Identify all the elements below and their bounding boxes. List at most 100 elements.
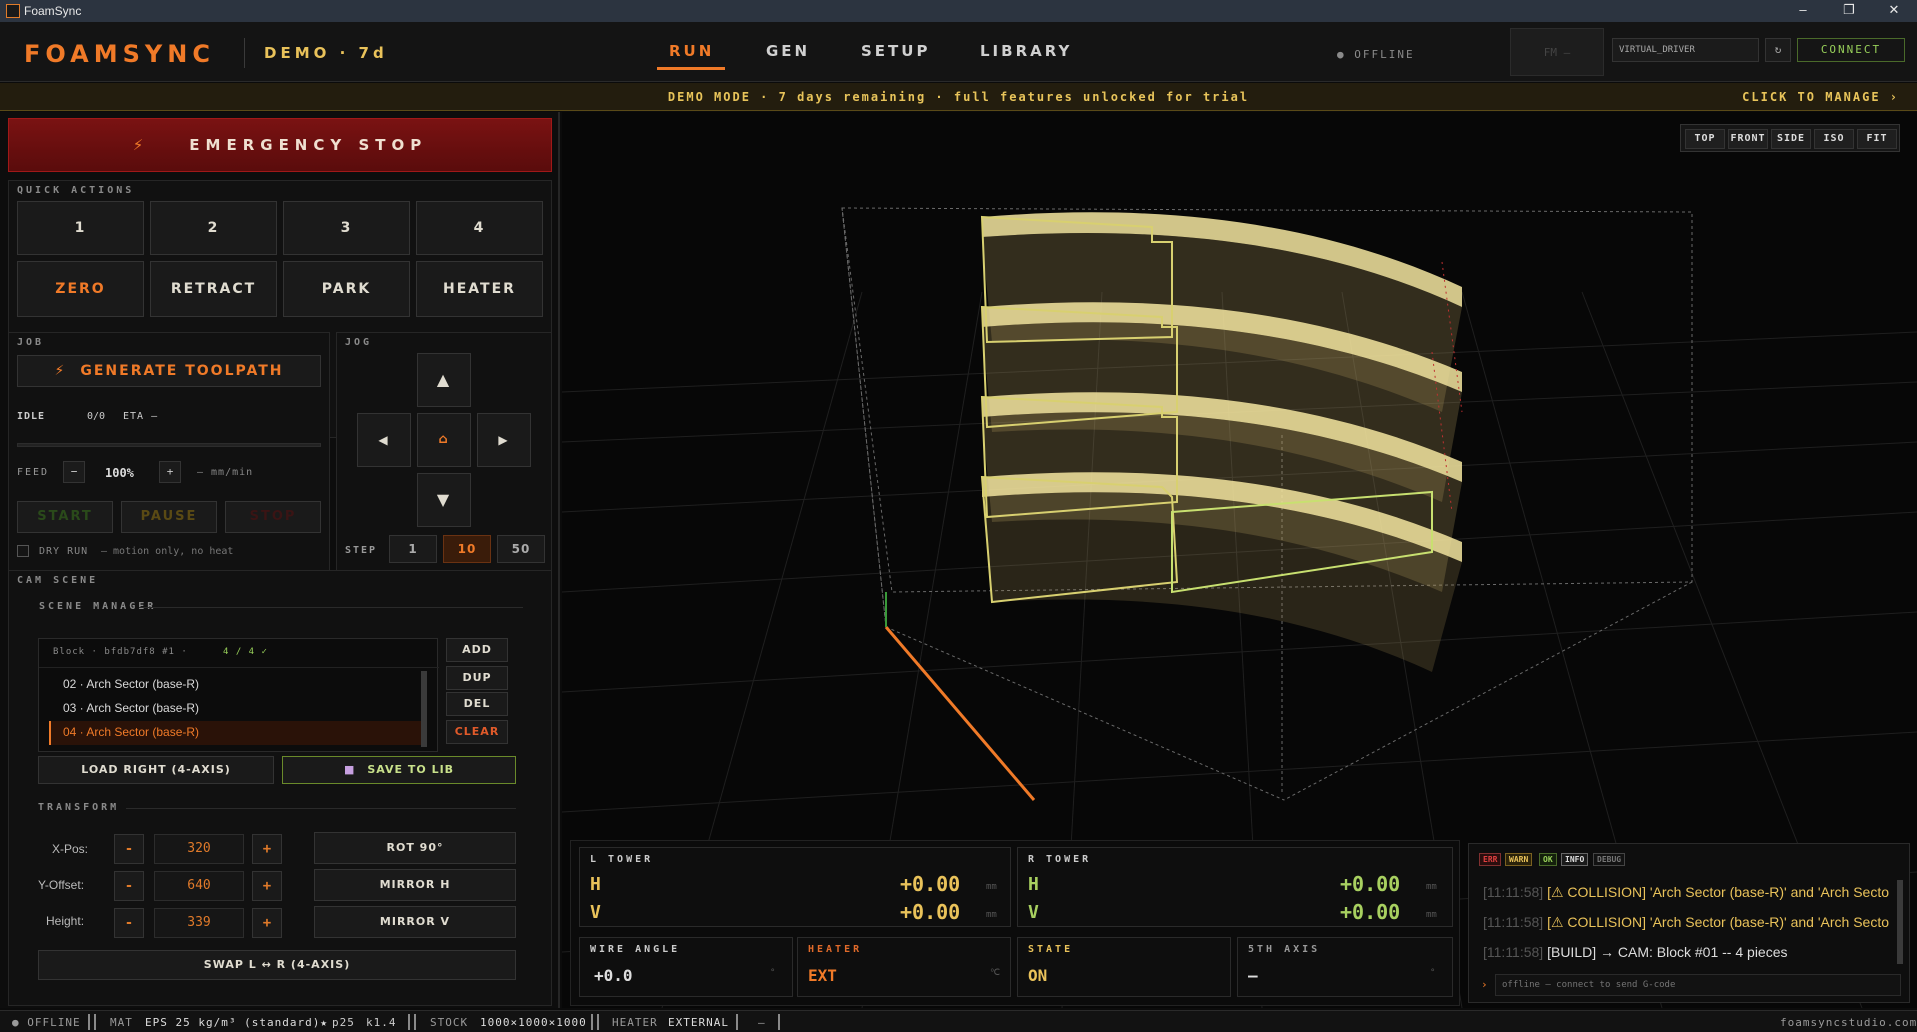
y-offset-input[interactable]: 640	[154, 871, 244, 901]
driver-select[interactable]: VIRTUAL_DRIVER	[1612, 38, 1759, 62]
x-pos-plus-button[interactable]: +	[252, 834, 282, 864]
step-10-button[interactable]: 10	[443, 535, 491, 563]
generate-toolpath-button[interactable]: ⚡ GENERATE TOOLPATH	[17, 355, 321, 387]
quick-slot-3-button[interactable]: 3	[283, 201, 410, 255]
tab-gen[interactable]: GEN	[766, 42, 810, 60]
jog-down-button[interactable]: ▼	[417, 473, 471, 527]
dry-run-hint: — motion only, no heat	[101, 546, 234, 557]
clear-button[interactable]: CLEAR	[446, 720, 508, 744]
manage-link[interactable]: CLICK TO MANAGE ›	[1742, 90, 1899, 104]
view-front-button[interactable]: FRONT	[1728, 129, 1768, 149]
start-button[interactable]: START	[17, 501, 113, 533]
feed-plus-button[interactable]: +	[159, 461, 181, 483]
heater-button[interactable]: HEATER	[416, 261, 543, 317]
jog-home-button[interactable]: ⌂	[417, 413, 471, 467]
window-titlebar: FoamSync – ❐ ✕	[0, 0, 1917, 22]
swap-l-r-button[interactable]: SWAP L ↔ R (4-AXIS)	[38, 950, 516, 980]
save-to-lib-button[interactable]: ■ SAVE TO LIB	[282, 756, 516, 784]
console-scrollbar[interactable]	[1897, 880, 1903, 964]
r-v-label: V	[1028, 902, 1039, 923]
status-heater: EXTERNAL	[668, 1016, 729, 1029]
jog-up-button[interactable]: ▲	[417, 353, 471, 407]
view-top-button[interactable]: TOP	[1685, 129, 1725, 149]
dry-run-checkbox[interactable]	[17, 545, 29, 557]
dry-run-label: DRY RUN	[39, 546, 89, 557]
l-v-label: V	[590, 902, 601, 923]
filter-ok-tag[interactable]: OK	[1539, 853, 1557, 866]
filter-debug-tag[interactable]: DEBUG	[1593, 853, 1626, 866]
mirror-v-button[interactable]: MIRROR V	[314, 906, 516, 938]
x-pos-minus-button[interactable]: -	[114, 834, 144, 864]
feed-label: FEED	[17, 467, 50, 478]
demo-banner[interactable]: DEMO MODE · 7 days remaining · full feat…	[0, 83, 1917, 111]
block-count: 4 / 4 ✓	[223, 647, 268, 657]
minimize-icon[interactable]: –	[1780, 2, 1826, 20]
step-1-button[interactable]: 1	[389, 535, 437, 563]
height-label: Height:	[46, 914, 85, 928]
log-line: [11:11:58] [⚠ COLLISION] 'Arch Sector (b…	[1483, 914, 1889, 931]
load-right-button[interactable]: LOAD RIGHT (4-AXIS)	[38, 756, 274, 784]
retract-button[interactable]: RETRACT	[150, 261, 277, 317]
tab-setup[interactable]: SETUP	[861, 42, 927, 60]
gcode-input[interactable]	[1495, 974, 1901, 996]
l-h-label: H	[590, 874, 601, 895]
list-item-selected[interactable]: 04 · Arch Sector (base-R)	[63, 725, 199, 739]
view-fit-button[interactable]: FIT	[1857, 129, 1897, 149]
floppy-icon: ■	[343, 763, 356, 776]
r-tower-readout: R TOWER H +0.00 mm V +0.00 mm	[1017, 847, 1453, 927]
r-h-label: H	[1028, 874, 1039, 895]
log-text: [BUILD] → CAM: Block #01 -- 4 pieces	[1547, 944, 1788, 960]
emergency-stop-label: EMERGENCY STOP	[189, 136, 428, 154]
status-stock-label: STOCK	[430, 1016, 469, 1029]
feed-minus-button[interactable]: −	[63, 461, 85, 483]
state-value: ON	[1028, 966, 1048, 985]
height-minus-button[interactable]: -	[114, 908, 144, 938]
emergency-stop-button[interactable]: ⚡ EMERGENCY STOP	[8, 118, 552, 172]
job-eta: ETA —	[123, 411, 159, 422]
refresh-button[interactable]: ↻	[1765, 38, 1791, 62]
tab-run[interactable]: RUN	[657, 42, 725, 70]
connect-button[interactable]: CONNECT	[1797, 38, 1905, 62]
list-scrollbar[interactable]	[421, 671, 427, 747]
add-button[interactable]: ADD	[446, 638, 508, 662]
filter-info-tag[interactable]: INFO	[1561, 853, 1589, 866]
console-panel: ERR WARN OK INFO DEBUG [11:11:58] [⚠ COL…	[1468, 843, 1910, 1003]
quick-slot-4-button[interactable]: 4	[416, 201, 543, 255]
stop-button[interactable]: STOP	[225, 501, 321, 533]
filter-warn-tag[interactable]: WARN	[1505, 853, 1533, 866]
status-divider	[597, 1014, 599, 1030]
job-progress-count: 0/0	[87, 411, 106, 422]
quick-slot-1-button[interactable]: 1	[17, 201, 144, 255]
view-side-button[interactable]: SIDE	[1771, 129, 1811, 149]
x-pos-input[interactable]: 320	[154, 834, 244, 864]
mirror-h-button[interactable]: MIRROR H	[314, 869, 516, 901]
pause-button[interactable]: PAUSE	[121, 501, 217, 533]
jog-left-button[interactable]: ◀	[357, 413, 411, 467]
zero-button[interactable]: ZERO	[17, 261, 144, 317]
quick-slot-2-button[interactable]: 2	[150, 201, 277, 255]
dup-button[interactable]: DUP	[446, 666, 508, 690]
rot-90-button[interactable]: ROT 90°	[314, 832, 516, 864]
step-50-button[interactable]: 50	[497, 535, 545, 563]
feed-unit: — mm/min	[197, 467, 254, 478]
status-site[interactable]: foamsyncstudio.com	[1780, 1016, 1917, 1029]
close-icon[interactable]: ✕	[1871, 2, 1917, 20]
step-label: STEP	[345, 545, 378, 556]
list-item[interactable]: 03 · Arch Sector (base-R)	[63, 701, 199, 715]
park-button[interactable]: PARK	[283, 261, 410, 317]
demo-badge[interactable]: DEMO · 7d	[264, 44, 388, 62]
y-offset-minus-button[interactable]: -	[114, 871, 144, 901]
y-offset-plus-button[interactable]: +	[252, 871, 282, 901]
del-button[interactable]: DEL	[446, 692, 508, 716]
height-plus-button[interactable]: +	[252, 908, 282, 938]
transform-label: TRANSFORM	[38, 802, 120, 813]
list-item[interactable]: 02 · Arch Sector (base-R)	[63, 677, 199, 691]
tab-library[interactable]: LIBRARY	[980, 42, 1069, 60]
view-iso-button[interactable]: ISO	[1814, 129, 1854, 149]
height-input[interactable]: 339	[154, 908, 244, 938]
restore-icon[interactable]: ❐	[1826, 2, 1872, 20]
status-stock: 1000×1000×1000	[480, 1016, 587, 1029]
jog-right-button[interactable]: ▶	[477, 413, 531, 467]
bolt-icon: ⚡	[132, 136, 150, 154]
filter-err-tag[interactable]: ERR	[1479, 853, 1502, 866]
